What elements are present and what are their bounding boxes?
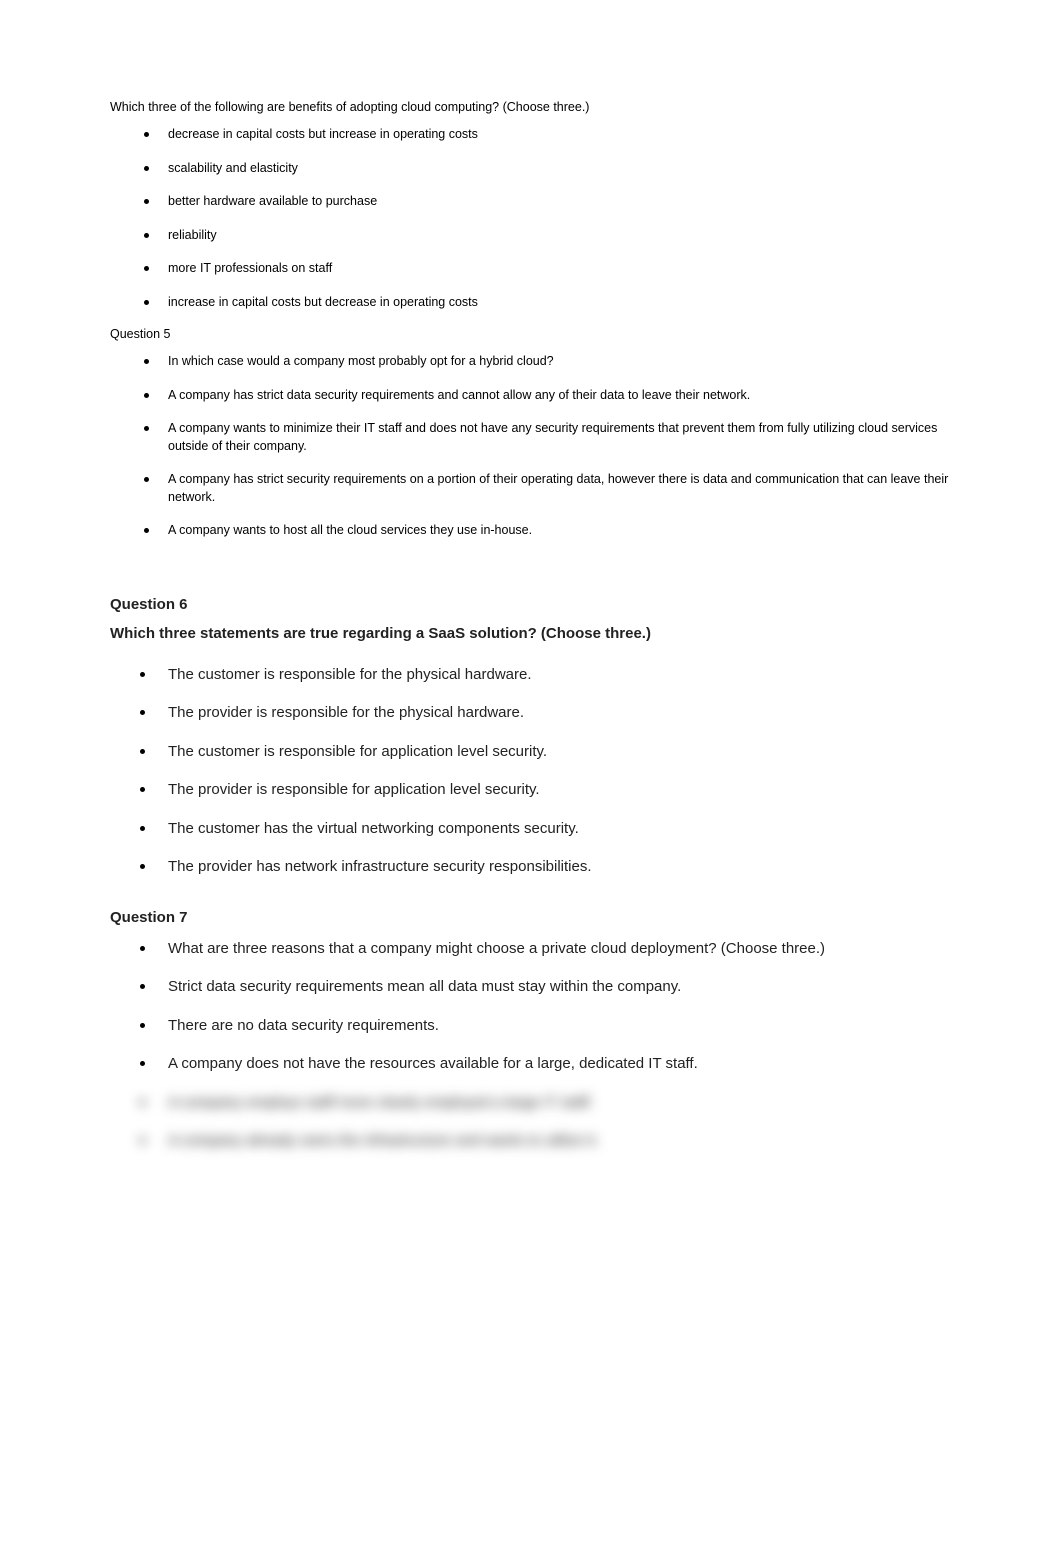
option-item: increase in capital costs but decrease i… [144,294,952,312]
option-item: better hardware available to purchase [144,193,952,211]
option-item: What are three reasons that a company mi… [140,938,952,961]
option-item: The provider is responsible for the phys… [140,702,952,725]
option-item: A company wants to minimize their IT sta… [144,420,952,455]
question-5-label: Question 5 [110,327,952,341]
option-item: A company has strict data security requi… [144,387,952,405]
option-item: decrease in capital costs but increase i… [144,126,952,144]
question-6-options: The customer is responsible for the phys… [110,664,952,879]
option-item: The provider has network infrastructure … [140,856,952,879]
question-7-options: What are three reasons that a company mi… [110,938,952,1153]
option-item: The customer has the virtual networking … [140,818,952,841]
option-item: scalability and elasticity [144,160,952,178]
option-item: The customer is responsible for applicat… [140,741,952,764]
question-4-options: decrease in capital costs but increase i… [110,126,952,311]
option-item: A company wants to host all the cloud se… [144,522,952,540]
question-6-label: Question 6 [110,596,952,613]
option-item-hidden: A company employs staff more clearly emp… [140,1092,952,1115]
option-item: A company has strict security requiremen… [144,471,952,506]
option-item: reliability [144,227,952,245]
question-6-intro: Which three statements are true regardin… [110,625,952,642]
question-5-options: In which case would a company most proba… [110,353,952,540]
option-item-hidden: A company already owns the infrastructur… [140,1130,952,1153]
option-item: There are no data security requirements. [140,1015,952,1038]
option-item: The provider is responsible for applicat… [140,779,952,802]
question-4-intro: Which three of the following are benefit… [110,100,952,114]
option-item: The customer is responsible for the phys… [140,664,952,687]
question-7-label: Question 7 [110,909,952,926]
option-item: Strict data security requirements mean a… [140,976,952,999]
option-item: more IT professionals on staff [144,260,952,278]
option-item: In which case would a company most proba… [144,353,952,371]
option-item: A company does not have the resources av… [140,1053,952,1076]
